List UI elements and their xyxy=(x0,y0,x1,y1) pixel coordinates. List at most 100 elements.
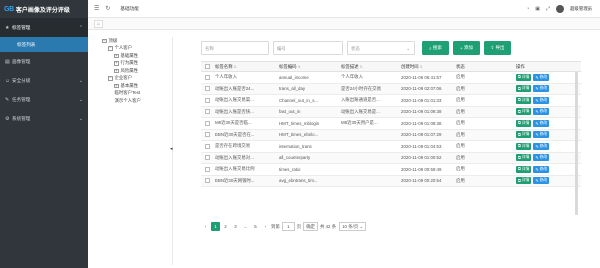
edit-button[interactable]: ✎ 修改 xyxy=(533,131,550,139)
tree-toggle-icon[interactable]: + xyxy=(114,68,119,73)
table-row[interactable]: 个人年收入 annual_income 个人年收入 2020-11-06 06:41:… xyxy=(201,72,581,84)
avatar[interactable] xyxy=(556,4,565,13)
sidebar-item-task-management[interactable]: ✎ 任务管理 ⌄ xyxy=(0,90,88,109)
tree-node-label[interactable]: 个人客户 xyxy=(115,45,133,51)
sidebar-item-portrait-management[interactable]: ▤ 画像管理 xyxy=(0,52,88,71)
tree-node-label[interactable]: 演示个人客户 xyxy=(115,98,141,104)
detail-button[interactable]: ⧉ 详情 xyxy=(516,165,532,173)
tree-node[interactable]: − 企业客户 xyxy=(102,75,172,83)
table-row[interactable]: 动账出入账交易渠... Channel_out_in_s... 入账出账通道是否..… xyxy=(201,95,581,107)
lock-icon[interactable]: ▣ xyxy=(535,6,540,12)
goto-page-input[interactable]: 1 xyxy=(281,222,295,231)
tree-node-label[interactable]: 风险属性 xyxy=(121,68,139,74)
edit-button[interactable]: ✎ 修改 xyxy=(533,165,550,173)
detail-button[interactable]: ⧉ 详情 xyxy=(516,73,532,81)
detail-button[interactable]: ⧉ 详情 xyxy=(516,96,532,104)
detail-button[interactable]: ⧉ 详情 xyxy=(516,108,532,116)
tree-node-label[interactable]: 顶级 xyxy=(109,38,118,44)
column-header[interactable]: 标签描述 ⇅ xyxy=(339,64,399,70)
bell-icon[interactable]: ◔ xyxy=(526,6,529,12)
table-row[interactable]: 动账出入账交易比例 times_ratio 2020-11-09 00:59:49 启… xyxy=(201,164,581,176)
tree-toggle-icon[interactable]: − xyxy=(108,46,113,51)
detail-button[interactable]: ⧉ 详情 xyxy=(516,154,532,162)
home-tab-icon[interactable]: ⌂ xyxy=(94,20,103,28)
refresh-icon[interactable]: ↻ xyxy=(105,5,110,12)
detail-button[interactable]: ⧉ 详情 xyxy=(516,85,532,93)
tree-node[interactable]: 临时客户Test xyxy=(102,90,172,98)
row-checkbox[interactable] xyxy=(201,143,213,149)
tree-toggle-icon[interactable]: + xyxy=(114,83,119,88)
row-checkbox[interactable] xyxy=(201,120,213,126)
row-checkbox[interactable] xyxy=(201,155,213,161)
tree-node[interactable]: + 风险属性 xyxy=(102,67,172,75)
name-filter-input[interactable]: 名称 xyxy=(201,41,269,55)
prev-page-button[interactable]: ‹ xyxy=(201,222,210,231)
add-button[interactable]: + 添加 xyxy=(453,41,480,55)
row-checkbox[interactable] xyxy=(201,178,213,184)
edit-button[interactable]: ✎ 修改 xyxy=(533,108,550,116)
table-row[interactable]: M8近30天是否临... HMT_times_mblogin M8近30天用户是..… xyxy=(201,118,581,130)
export-button[interactable]: ⇪ 导出 xyxy=(484,41,511,55)
column-header[interactable]: 状态 xyxy=(454,64,514,70)
edit-button[interactable]: ✎ 修改 xyxy=(533,96,550,104)
tree-node[interactable]: 演示个人客户 xyxy=(102,97,172,105)
next-page-button[interactable]: › xyxy=(261,222,270,231)
confirm-goto-button[interactable]: 确定 xyxy=(303,222,318,231)
row-checkbox[interactable] xyxy=(201,166,213,172)
status-filter-select[interactable]: 状态 ⌄ xyxy=(347,41,415,55)
column-header[interactable]: 标签名称 ⇅ xyxy=(213,64,277,70)
tree-toggle-icon[interactable]: + xyxy=(114,61,119,66)
edit-button[interactable]: ✎ 修改 xyxy=(533,85,550,93)
edit-button[interactable]: ✎ 修改 xyxy=(533,142,550,150)
code-filter-input[interactable]: 编号 xyxy=(273,41,343,55)
table-row[interactable]: 是否存在跨境交易 internation_trans 2020-11-09 01:0… xyxy=(201,141,581,153)
tree-node-label[interactable]: 临时客户Test xyxy=(115,90,141,96)
detail-button[interactable]: ⧉ 详情 xyxy=(516,119,532,127)
tree-toggle-icon[interactable]: + xyxy=(114,53,119,58)
page-button[interactable]: 2 xyxy=(221,222,230,231)
sidebar-item-tag-management[interactable]: ★ 标签管理 ⌃ xyxy=(0,18,88,37)
sidebar-subitem-tag-list[interactable]: 标签列表 xyxy=(0,37,88,52)
tree-node[interactable]: + 基本属性 xyxy=(102,82,172,90)
row-checkbox[interactable] xyxy=(201,74,213,80)
fullscreen-icon[interactable]: ⤢ xyxy=(546,6,550,12)
page-button[interactable]: 3 xyxy=(231,222,240,231)
tree-node-label[interactable]: 基本属性 xyxy=(121,83,139,89)
tree-toggle-icon[interactable]: − xyxy=(108,76,113,81)
detail-button[interactable]: ⧉ 详情 xyxy=(516,177,532,185)
table-row[interactable]: EBN近30天是否在... HMT_times_ebnlo... 2020-11-0… xyxy=(201,129,581,141)
sidebar-item-security-grading[interactable]: ☺ 安全分级 ⌄ xyxy=(0,71,88,90)
username[interactable]: 超级管理员 xyxy=(570,6,592,12)
tree-node[interactable]: − 顶级 xyxy=(102,37,172,45)
tree-node[interactable]: − 个人客户 xyxy=(102,45,172,53)
edit-button[interactable]: ✎ 修改 xyxy=(533,73,550,81)
tree-node[interactable]: + 基础属性 xyxy=(102,52,172,60)
column-header[interactable]: 标签编码 ⇅ xyxy=(277,64,339,70)
edit-button[interactable]: ✎ 修改 xyxy=(533,119,550,127)
page-tab-title[interactable]: 基础功能 xyxy=(120,6,138,12)
table-scrollbar[interactable] xyxy=(575,72,578,215)
detail-button[interactable]: ⧉ 详情 xyxy=(516,131,532,139)
page-button[interactable]: 1 xyxy=(211,222,220,231)
detail-button[interactable]: ⧉ 详情 xyxy=(516,142,532,150)
page-size-select[interactable]: 10 条/页 ⌄ xyxy=(339,222,367,231)
tree-node-label[interactable]: 行为属性 xyxy=(121,60,139,66)
tree-node[interactable]: + 行为属性 xyxy=(102,60,172,68)
row-checkbox[interactable] xyxy=(201,109,213,115)
tree-node-label[interactable]: 基础属性 xyxy=(121,53,139,59)
table-row[interactable]: EBN近30天网银时... avg_ebntrans_tim... 2020-11-… xyxy=(201,175,581,187)
row-checkbox[interactable] xyxy=(201,86,213,92)
table-row[interactable]: 动账出入账交易对... all_counterparty 2020-11-09 01… xyxy=(201,152,581,164)
collapse-left-icon[interactable]: ◂ xyxy=(170,146,173,152)
tree-node-label[interactable]: 企业客户 xyxy=(115,75,133,81)
table-row[interactable]: 动账出入账是否24... trans_all_day 是否24小时存在交易 2020-… xyxy=(201,83,581,95)
row-checkbox[interactable] xyxy=(201,97,213,103)
menu-toggle-icon[interactable]: ☰ xyxy=(94,5,99,12)
column-header[interactable]: 创建时间 ⇅ xyxy=(399,64,454,70)
tree-toggle-icon[interactable]: − xyxy=(102,38,107,43)
select-all-checkbox[interactable] xyxy=(201,64,213,69)
row-checkbox[interactable] xyxy=(201,132,213,138)
edit-button[interactable]: ✎ 修改 xyxy=(533,177,550,185)
sidebar-item-system-management[interactable]: ⚙ 系统管理 ⌄ xyxy=(0,109,88,128)
edit-button[interactable]: ✎ 修改 xyxy=(533,154,550,162)
